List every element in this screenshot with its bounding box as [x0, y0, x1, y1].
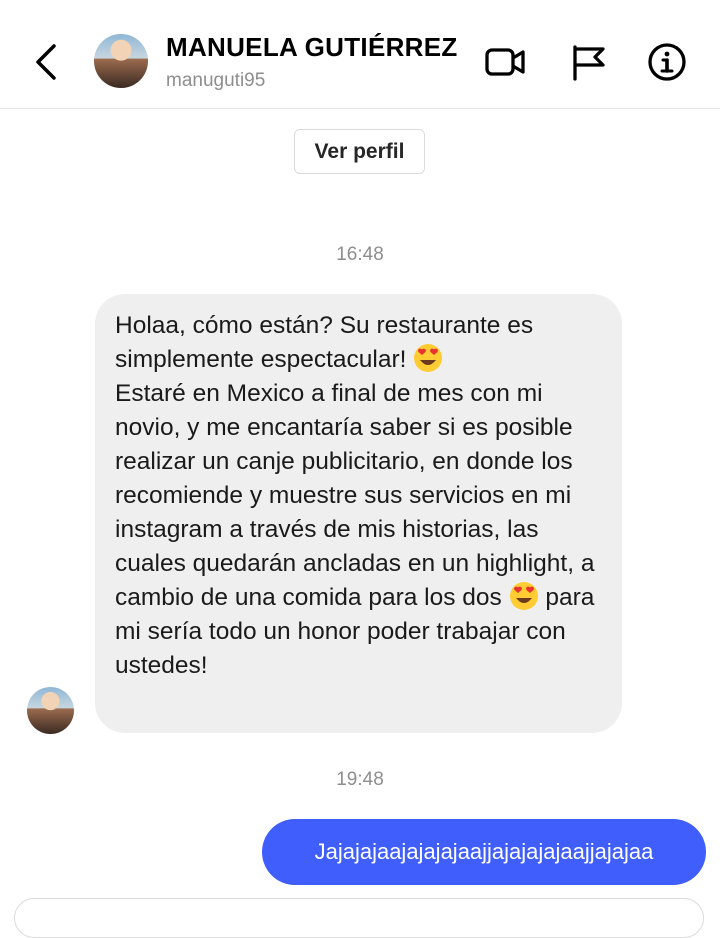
video-call-icon[interactable]	[484, 42, 526, 82]
flag-icon[interactable]	[568, 42, 610, 82]
info-icon[interactable]	[646, 42, 688, 82]
heart-eyes-emoji-icon	[414, 344, 443, 372]
message-text: Estaré en Mexico a final de mes con mi n…	[115, 380, 595, 611]
heart-eyes-emoji-icon	[509, 582, 538, 610]
header-avatar[interactable]	[94, 34, 148, 88]
message-paragraph: Estaré en Mexico a final de mes con mi n…	[115, 377, 602, 683]
message-timestamp: 19:48	[336, 769, 384, 790]
message-composer[interactable]	[14, 898, 704, 938]
incoming-message-bubble[interactable]: Holaa, cómo están? Su restaurante es sim…	[95, 294, 622, 733]
sender-avatar[interactable]	[27, 687, 74, 734]
message-paragraph: Holaa, cómo están? Su restaurante es sim…	[115, 309, 602, 377]
contact-username: manuguti95	[166, 70, 266, 91]
message-timestamp: 16:48	[336, 244, 384, 265]
message-text: Holaa, cómo están? Su restaurante es sim…	[115, 312, 534, 373]
outgoing-message-bubble[interactable]: Jajajajaajajajajaajjajajajajaajjajajaa	[262, 819, 706, 885]
back-chevron-icon[interactable]	[30, 40, 66, 84]
contact-name[interactable]: MANUELA GUTIÉRREZ	[166, 32, 458, 63]
view-profile-button[interactable]: Ver perfil	[294, 129, 425, 174]
chat-header: MANUELA GUTIÉRREZ manuguti95	[0, 0, 720, 109]
message-text: Jajajajaajajajajaajjajajajajaajjajajaa	[314, 839, 654, 864]
